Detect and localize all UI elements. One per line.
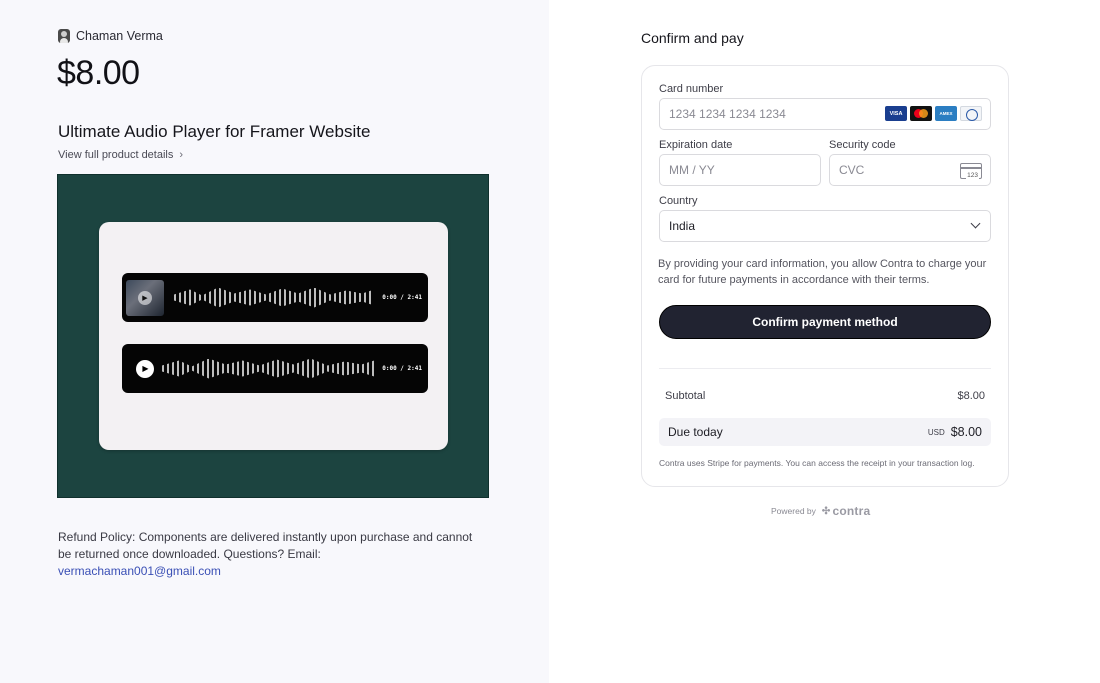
card-brands: VISA AMEX [885,106,982,121]
card-number-placeholder: 1234 1234 1234 1234 [669,107,786,121]
waveform [162,358,375,379]
view-details-link[interactable]: View full product details › [58,149,183,161]
audio-player: ▶ 0:00 / 2:41 [122,273,428,322]
contra-mark-icon: ✣ [821,505,831,517]
due-today-label: Due today [668,425,723,439]
expiration-label: Expiration date [659,139,733,151]
card-number-input[interactable]: 1234 1234 1234 1234 VISA AMEX [659,98,991,130]
seller-info: Chaman Verma [58,29,163,43]
stripe-note: Contra uses Stripe for payments. You can… [659,458,975,468]
due-today-row: Due today USD $8.00 [659,418,991,446]
subtotal-value: $8.00 [957,390,985,402]
powered-by-label: Powered by [771,506,816,516]
cvc-icon-digits: 123 [966,172,979,179]
mastercard-icon [910,106,932,121]
checkout-title: Confirm and pay [641,30,744,46]
product-price: $8.00 [57,54,140,92]
refund-policy-text: Refund Policy: Components are delivered … [58,530,473,561]
play-icon: ▶ [136,359,154,378]
chevron-down-icon [970,218,981,229]
track-time: 0:00 / 2:41 [382,365,422,372]
cvc-card-icon: 123 [960,163,982,179]
preview-card: ▶ 0:00 / 2:41 ▶ 0:00 / 2:41 [99,222,448,450]
play-icon: ▶ [138,290,152,305]
card-number-label: Card number [659,83,724,95]
product-preview-image: ▶ 0:00 / 2:41 ▶ 0:00 / 2:41 [57,174,489,498]
contra-wordmark: contra [832,504,871,518]
product-panel: Chaman Verma $8.00 Ultimate Audio Player… [0,0,549,683]
view-details-label: View full product details [58,149,174,161]
track-time: 0:00 / 2:41 [382,294,422,301]
currency-code: USD [927,427,945,437]
support-email-link[interactable]: vermachaman001@gmail.com [58,563,488,580]
security-code-label: Security code [829,139,896,151]
consent-text: By providing your card information, you … [658,258,987,286]
security-code-input[interactable]: CVC 123 [829,154,991,186]
diners-icon [960,106,982,121]
audio-player: ▶ 0:00 / 2:41 [122,344,428,393]
powered-by: Powered by ✣ contra [771,504,870,518]
divider [659,368,991,369]
due-today-value: $8.00 [950,425,982,439]
seller-name: Chaman Verma [76,29,163,43]
security-code-placeholder: CVC [839,163,865,177]
expiration-placeholder: MM / YY [669,163,715,177]
product-title: Ultimate Audio Player for Framer Website [58,122,371,141]
due-today-amount: USD $8.00 [928,425,982,439]
refund-policy: Refund Policy: Components are delivered … [58,529,488,580]
visa-icon: VISA [885,106,907,121]
seller-avatar [58,29,70,43]
country-value: India [669,219,696,233]
expiration-input[interactable]: MM / YY [659,154,821,186]
track-thumbnail: ▶ [126,279,164,316]
country-label: Country [659,195,698,207]
contra-logo[interactable]: ✣ contra [822,504,870,518]
confirm-payment-button[interactable]: Confirm payment method [659,305,991,339]
subtotal-row: Subtotal $8.00 [659,390,991,402]
waveform [174,287,375,308]
subtotal-label: Subtotal [665,390,706,402]
country-select[interactable]: India [659,210,991,242]
chevron-right-icon: › [179,149,184,161]
amex-icon: AMEX [935,106,957,121]
